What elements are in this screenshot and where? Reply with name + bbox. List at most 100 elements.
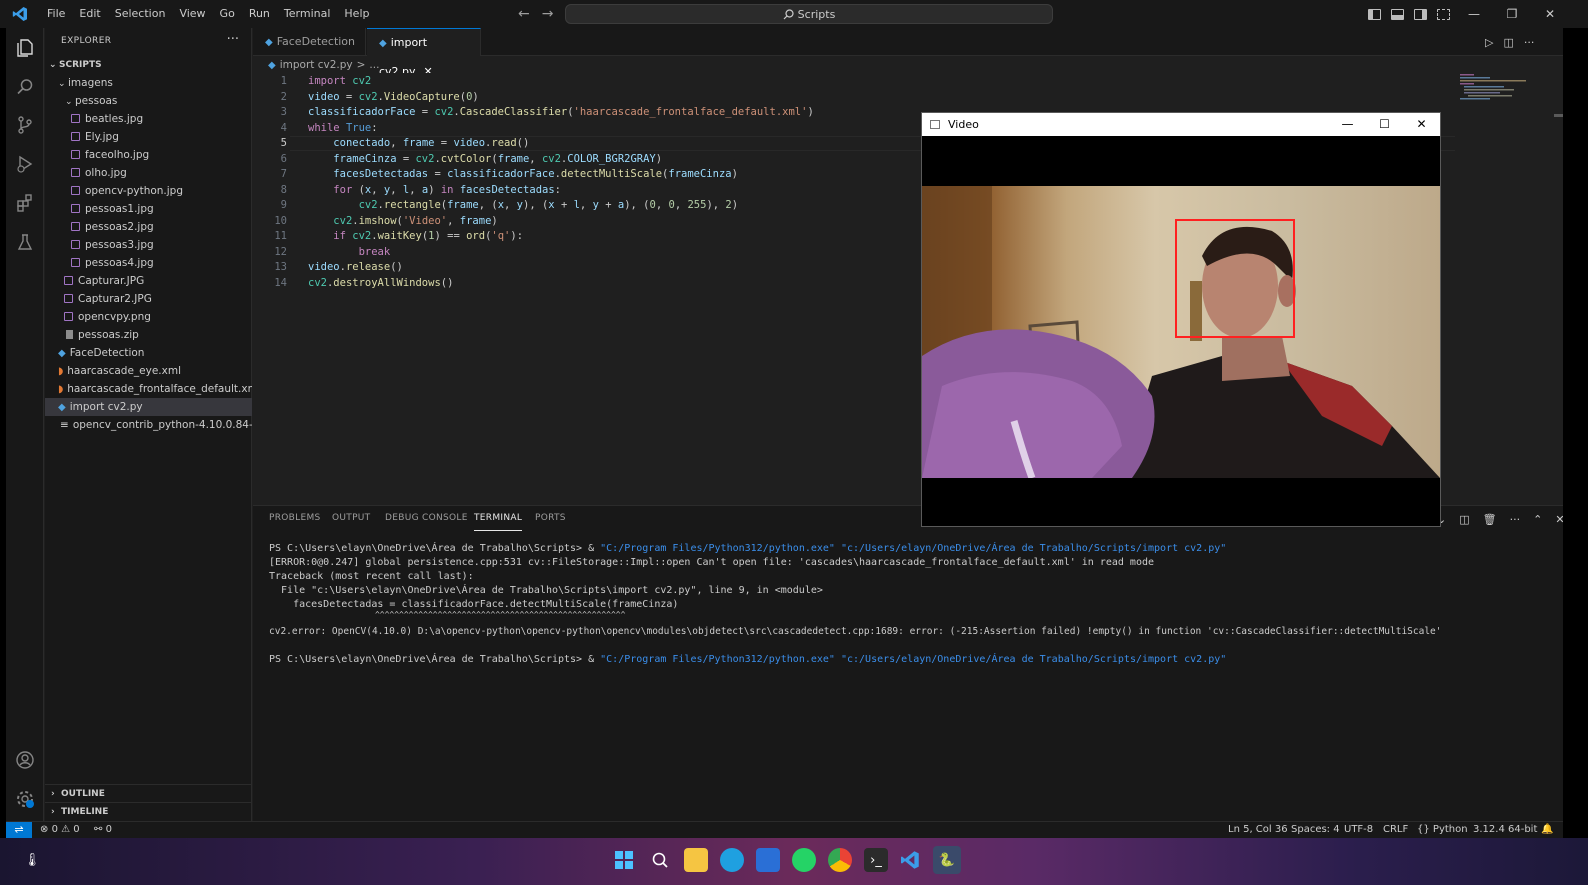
outline-section[interactable]: › OUTLINE <box>45 784 252 802</box>
menu-file[interactable]: File <box>40 0 72 28</box>
customize-layout-icon[interactable] <box>1437 8 1450 20</box>
more-editor-actions-icon[interactable]: ··· <box>1524 36 1535 49</box>
edge-browser-icon[interactable] <box>720 848 744 872</box>
panel-tab-debug-console[interactable]: DEBUG CONSOLE <box>385 513 468 531</box>
run-debug-icon[interactable] <box>13 152 37 176</box>
minimap[interactable] <box>1460 74 1530 100</box>
tree-file-pessoas-zip[interactable]: pessoas.zip <box>45 326 252 344</box>
vscode-taskbar-icon[interactable] <box>898 848 922 872</box>
cursor-position[interactable]: Ln 5, Col 36 <box>1228 822 1288 838</box>
language-mode[interactable]: {} Python <box>1417 822 1468 838</box>
weather-widget-icon[interactable]: 🌡 <box>20 848 44 872</box>
windows-start-icon[interactable] <box>612 848 636 872</box>
menu-edit[interactable]: Edit <box>72 0 107 28</box>
tree-file-pessoas1[interactable]: pessoas1.jpg <box>45 200 252 218</box>
tree-folder-pessoas[interactable]: ⌄ pessoas <box>45 92 252 110</box>
python-interpreter[interactable]: 3.12.4 64-bit <box>1473 822 1537 838</box>
workspace-root[interactable]: ⌄ SCRIPTS <box>45 56 252 74</box>
tree-file-capturar[interactable]: Capturar.JPG <box>45 272 252 290</box>
panel-tab-terminal[interactable]: TERMINAL <box>474 513 523 531</box>
search-view-icon[interactable] <box>13 75 37 99</box>
tree-file-facedetection[interactable]: ◆ FaceDetection <box>45 344 252 362</box>
tree-file-pessoas2[interactable]: pessoas2.jpg <box>45 218 252 236</box>
panel-tab-ports[interactable]: PORTS <box>535 513 566 531</box>
video-close-icon[interactable]: ✕ <box>1403 113 1440 136</box>
video-minimize-icon[interactable]: — <box>1329 113 1366 136</box>
more-panel-actions-icon[interactable]: ··· <box>1510 513 1521 526</box>
problems-status[interactable]: ⊗ 0 ⚠ 0 <box>40 822 80 838</box>
tree-file-capturar2[interactable]: Capturar2.JPG <box>45 290 252 308</box>
tree-file-pessoas4[interactable]: pessoas4.jpg <box>45 254 252 272</box>
panel-tab-output[interactable]: OUTPUT <box>332 513 370 531</box>
run-file-icon[interactable]: ▷ <box>1485 36 1493 49</box>
tree-file-opencv-python[interactable]: opencv-python.jpg <box>45 182 252 200</box>
tab-facedetection[interactable]: ◆ FaceDetection <box>253 28 366 56</box>
store-icon[interactable] <box>756 848 780 872</box>
menu-view[interactable]: View <box>172 0 212 28</box>
tree-file-pessoas3[interactable]: pessoas3.jpg <box>45 236 252 254</box>
tab-import-cv2[interactable]: ◆ import cv2.py ✕ <box>367 28 481 78</box>
timeline-section[interactable]: › TIMELINE <box>45 802 252 820</box>
notifications-bell-icon[interactable]: 🔔 <box>1541 822 1553 838</box>
taskbar-search-icon[interactable] <box>648 848 672 872</box>
menu-go[interactable]: Go <box>213 0 242 28</box>
testing-flask-icon[interactable] <box>13 230 37 254</box>
terminal-app-icon[interactable]: ›_ <box>864 848 888 872</box>
language-label: Python <box>1432 824 1468 835</box>
whatsapp-icon[interactable] <box>792 848 816 872</box>
breadcrumb-rest[interactable]: ... <box>369 59 379 71</box>
maximize-panel-icon[interactable]: ⌃ <box>1533 513 1542 526</box>
menu-help[interactable]: Help <box>337 0 376 28</box>
video-maximize-icon[interactable]: ☐ <box>1366 113 1403 136</box>
tree-label: Capturar2.JPG <box>78 293 152 305</box>
encoding-status[interactable]: UTF-8 <box>1344 822 1373 838</box>
kill-terminal-trash-icon[interactable]: 🗑 <box>1483 513 1497 526</box>
tree-folder-imagens[interactable]: ⌄ imagens <box>45 74 252 92</box>
video-window[interactable]: Video — ☐ ✕ <box>921 112 1441 527</box>
menu-run[interactable]: Run <box>242 0 277 28</box>
tree-file-import-cv2[interactable]: ◆ import cv2.py <box>45 398 252 416</box>
command-center-search[interactable]: Scripts <box>565 4 1053 24</box>
close-icon[interactable]: ✕ <box>1531 7 1569 21</box>
split-terminal-icon[interactable]: ◫ <box>1459 513 1469 526</box>
tree-file-beatles[interactable]: beatles.jpg <box>45 110 252 128</box>
python-file-icon: ◆ <box>265 37 273 48</box>
tree-file-ely[interactable]: Ely.jpg <box>45 128 252 146</box>
remote-indicator-icon[interactable]: ⇌ <box>6 822 32 839</box>
explorer-icon[interactable] <box>13 36 37 60</box>
tree-file-opencvpy[interactable]: opencvpy.png <box>45 308 252 326</box>
ports-status[interactable]: ⚯ 0 <box>94 822 112 838</box>
toggle-secondary-sidebar-icon[interactable] <box>1414 8 1427 20</box>
terminal-line: cv2.error: OpenCV(4.10.0) D:\a\opencv-py… <box>269 626 1442 637</box>
breadcrumb-file[interactable]: import cv2.py <box>280 59 353 71</box>
eol-status[interactable]: CRLF <box>1383 822 1408 838</box>
tree-file-faceolho[interactable]: faceolho.jpg <box>45 146 252 164</box>
restore-icon[interactable]: ❐ <box>1493 7 1531 21</box>
file-explorer-icon[interactable] <box>684 848 708 872</box>
toggle-panel-icon[interactable] <box>1391 8 1404 20</box>
forward-arrow-icon[interactable]: → <box>542 6 554 22</box>
more-actions-icon[interactable]: ··· <box>227 32 239 47</box>
tree-file-haarcascade-eye[interactable]: ◗ haarcascade_eye.xml <box>45 362 252 380</box>
extensions-icon[interactable] <box>13 191 37 215</box>
menu-selection[interactable]: Selection <box>108 0 173 28</box>
back-arrow-icon[interactable]: ← <box>518 6 530 22</box>
tree-file-haarcascade-frontalface[interactable]: ◗ haarcascade_frontalface_default.xml <box>45 380 252 398</box>
panel-tab-problems[interactable]: PROBLEMS <box>269 513 321 531</box>
tree-file-olho[interactable]: olho.jpg <box>45 164 252 182</box>
editor-scrollbar[interactable] <box>1554 114 1563 117</box>
video-window-titlebar[interactable]: Video — ☐ ✕ <box>922 113 1440 136</box>
menu-terminal[interactable]: Terminal <box>277 0 338 28</box>
chevron-down-icon: ⌄ <box>58 79 66 89</box>
tree-file-opencv-contrib[interactable]: ≡opencv_contrib_python-4.10.0.84-cp... <box>45 416 252 434</box>
chrome-icon[interactable] <box>828 848 852 872</box>
indentation-status[interactable]: Spaces: 4 <box>1291 822 1340 838</box>
source-control-icon[interactable] <box>13 113 37 137</box>
settings-gear-icon[interactable] <box>13 787 37 811</box>
minimize-icon[interactable]: — <box>1455 7 1493 21</box>
toggle-sidebar-icon[interactable] <box>1368 8 1381 20</box>
image-file-icon <box>71 222 80 231</box>
python-app-icon[interactable]: 🐍 <box>933 846 961 874</box>
split-editor-icon[interactable]: ◫ <box>1503 36 1513 49</box>
accounts-icon[interactable] <box>13 748 37 772</box>
